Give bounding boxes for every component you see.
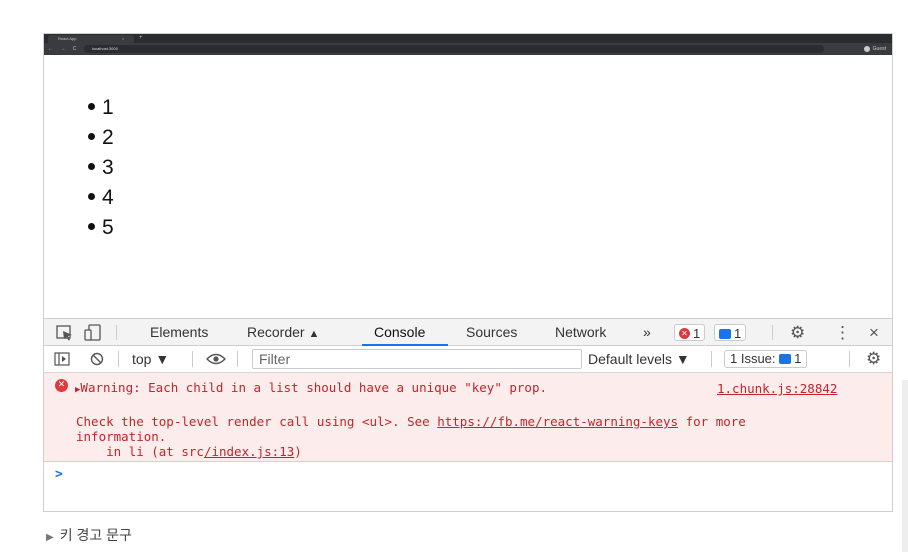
bullet-icon (88, 192, 95, 200)
divider (849, 351, 850, 367)
settings-gear-icon[interactable]: ⚙ (790, 319, 805, 346)
list-item-text: 4 (102, 186, 114, 209)
sidebar-toggle-icon[interactable] (54, 352, 70, 366)
divider (118, 351, 119, 367)
close-devtools-icon[interactable]: × (869, 319, 879, 346)
page-scrollbar[interactable] (902, 380, 908, 552)
browser-tab-title: React App (58, 36, 77, 41)
devtools-tab-bar: Elements Recorder ▲ Console Sources Netw… (44, 318, 892, 346)
device-toolbar-icon[interactable] (84, 324, 102, 341)
divider (237, 351, 238, 367)
error-count: 1 (693, 326, 701, 341)
profile-label: Guest (872, 46, 886, 52)
error-count-badge[interactable]: ✕ 1 (674, 324, 706, 341)
more-menu-icon[interactable]: ⋮ (834, 319, 851, 346)
browser-window: React App × + ← → C localhost:3000 Guest… (43, 33, 893, 512)
browser-nav-icons[interactable]: ← → C (48, 43, 79, 55)
bullet-icon (88, 162, 95, 170)
list-item: 5 (88, 213, 114, 243)
console-toolbar: top ▼ Filter Default levels ▼ 1 Issue: 1… (44, 346, 892, 373)
page-content: 1 2 3 4 5 (44, 55, 892, 318)
devtools-panel: Elements Recorder ▲ Console Sources Netw… (44, 318, 892, 511)
list-item: 3 (88, 153, 114, 183)
context-selector[interactable]: top ▼ (132, 346, 169, 372)
list-item: 1 (88, 93, 114, 123)
flask-icon: ▲ (308, 328, 320, 340)
warning-line-2-text: Check the top-level render call using <u… (76, 414, 438, 429)
list-item: 2 (88, 123, 114, 153)
console-settings-gear-icon[interactable]: ⚙ (866, 346, 881, 372)
caption-text: 키 경고 문구 (59, 527, 132, 543)
divider (711, 351, 712, 367)
clear-console-icon[interactable] (90, 352, 104, 366)
tab-elements[interactable]: Elements (150, 319, 208, 346)
list-item-text: 5 (102, 216, 114, 239)
bullet-icon (88, 102, 95, 110)
warning-line-2: Check the top-level render call using <u… (76, 414, 746, 429)
warning-line-4: in li (at src/index.js:13) (76, 444, 302, 459)
react-warning-keys-link[interactable]: https://fb.me/react-warning-keys (437, 414, 678, 429)
index-js-link[interactable]: /index.js:13 (204, 444, 294, 459)
tab-close-icon[interactable]: × (122, 35, 124, 43)
tab-recorder-label: Recorder (247, 324, 305, 340)
message-count: 1 (734, 326, 742, 341)
divider (772, 325, 773, 340)
message-icon (719, 328, 731, 339)
source-link[interactable]: 1.chunk.js:28842 (717, 381, 837, 396)
divider (192, 351, 193, 367)
list-item-text: 2 (102, 126, 114, 149)
browser-toolbar: ← → C localhost:3000 Guest (44, 43, 892, 55)
list-item-text: 1 (102, 96, 114, 119)
browser-tab-strip: React App × + (44, 34, 892, 43)
browser-tab[interactable]: React App × (48, 35, 134, 43)
warning-line-2-tail: for more (678, 414, 746, 429)
warning-title-text: Warning: Each child in a list should hav… (80, 380, 548, 395)
browser-profile[interactable]: Guest (861, 43, 886, 55)
tab-network[interactable]: Network (555, 319, 606, 346)
filter-input[interactable]: Filter (252, 349, 582, 369)
warning-line-4-tail: ) (294, 444, 302, 459)
tab-sources[interactable]: Sources (466, 319, 517, 346)
profile-avatar-icon (863, 45, 870, 52)
warning-line-3: information. (76, 429, 167, 444)
error-icon: ✕ (679, 328, 690, 340)
inspect-element-icon[interactable] (56, 325, 74, 341)
warning-title[interactable]: ▶Warning: Each child in a list should ha… (75, 380, 547, 395)
new-tab-icon[interactable]: + (139, 34, 143, 43)
issues-count: 1 (794, 351, 802, 366)
list-item-text: 3 (102, 156, 114, 179)
number-list: 1 2 3 4 5 (88, 93, 114, 243)
console-warning-message: ✕ ▶Warning: Each child in a list should … (44, 373, 892, 462)
caption-marker-icon: ▶ (46, 532, 54, 543)
issues-button[interactable]: 1 Issue: 1 (724, 350, 808, 368)
message-count-badge[interactable]: 1 (714, 324, 747, 341)
console-prompt-icon[interactable]: > (55, 467, 63, 482)
bullet-icon (88, 222, 95, 230)
figure-caption: ▶ 키 경고 문구 (46, 525, 132, 545)
default-levels-dropdown[interactable]: Default levels ▼ (588, 346, 690, 372)
tab-console[interactable]: Console (374, 319, 425, 346)
error-icon: ✕ (55, 379, 68, 392)
tab-recorder[interactable]: Recorder ▲ (247, 319, 319, 348)
address-url: localhost:3000 (92, 46, 118, 51)
list-item: 4 (88, 183, 114, 213)
more-tabs-icon[interactable]: » (643, 319, 651, 346)
warning-line-4-text: in li (at src (76, 444, 204, 459)
eye-icon[interactable] (206, 353, 226, 365)
issue-message-icon (779, 353, 792, 364)
divider (116, 325, 117, 340)
bullet-icon (88, 132, 95, 140)
address-bar[interactable]: localhost:3000 (84, 45, 824, 53)
issues-label: 1 Issue: (730, 351, 776, 366)
